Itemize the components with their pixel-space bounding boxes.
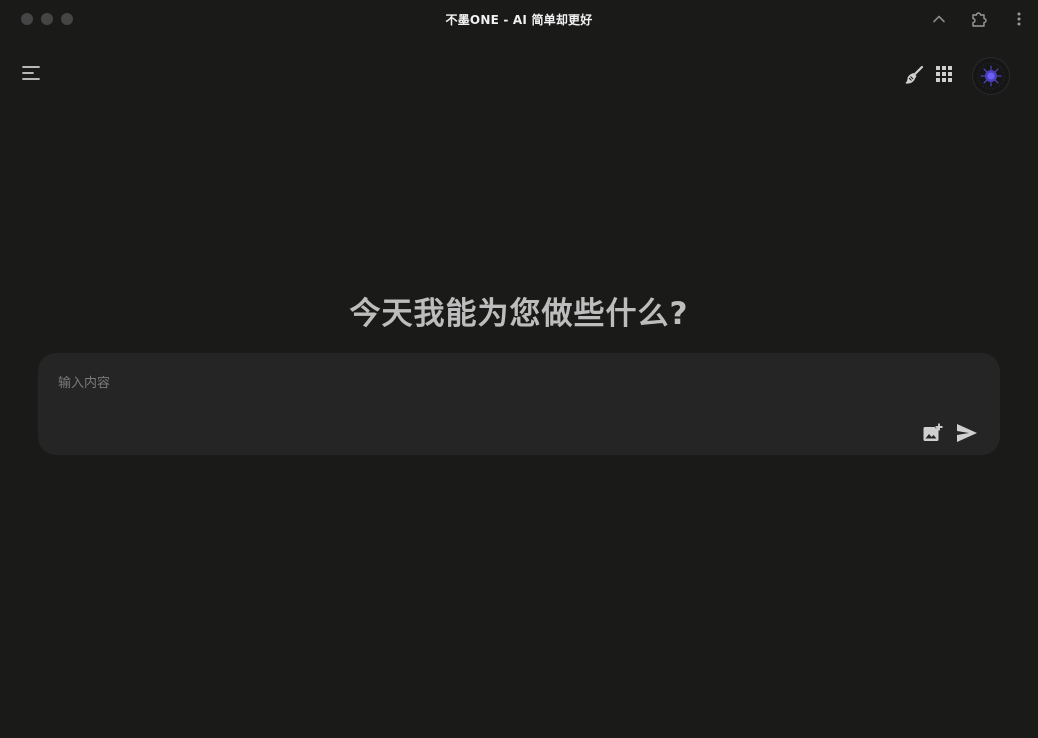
clear-chat-button[interactable]: [903, 64, 925, 86]
chevron-up-icon[interactable]: [929, 9, 949, 29]
avatar-icon: [977, 62, 1005, 90]
chat-input[interactable]: [58, 371, 918, 395]
app-window: 不墨ONE - AI 简单却更好 今天我能为您做些什么? 输入内容: [0, 0, 1038, 738]
upload-image-button[interactable]: [922, 422, 944, 444]
sidebar-toggle-button[interactable]: [20, 62, 42, 84]
chat-composer: [38, 353, 1000, 455]
user-avatar[interactable]: [972, 57, 1010, 95]
window-title: 不墨ONE - AI 简单却更好: [445, 13, 593, 27]
send-icon: [957, 424, 977, 442]
grid-icon: [936, 66, 952, 82]
page-title: 今天我能为您做些什么?: [349, 296, 689, 332]
broom-icon: [905, 65, 924, 84]
title-bar: 不墨ONE - AI 简单却更好: [0, 0, 1038, 38]
apps-button[interactable]: [934, 64, 954, 84]
menu-icon: [22, 66, 40, 80]
add-image-icon: [923, 423, 943, 441]
puzzle-icon[interactable]: [969, 9, 989, 29]
more-vertical-icon[interactable]: [1009, 9, 1029, 29]
send-button[interactable]: [955, 422, 979, 444]
